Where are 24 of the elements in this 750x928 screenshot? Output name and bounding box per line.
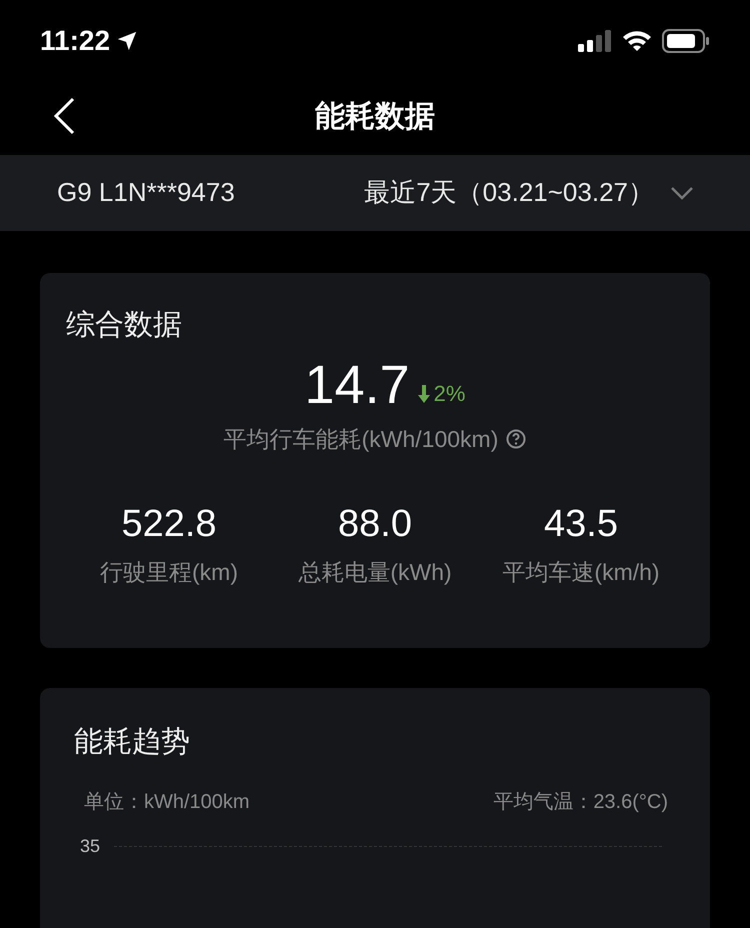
chevron-down-icon <box>670 186 694 200</box>
vehicle-selector[interactable]: G9 L1N***9473 <box>57 173 235 212</box>
stat-label: 总耗电量(kWh) <box>298 558 452 587</box>
signal-icon <box>578 30 612 52</box>
temperature-label: 平均气温：23.6(°C) <box>493 790 668 815</box>
card-title: 能耗趋势 <box>74 728 190 757</box>
help-icon[interactable] <box>506 429 526 450</box>
stat-label: 行驶里程(km) <box>100 558 238 587</box>
stat-value: 43.5 <box>544 504 618 542</box>
main-value: 14.7 <box>304 358 410 412</box>
page-title: 能耗数据 <box>315 100 435 133</box>
main-label: 平均行车能耗(kWh/100km) <box>224 425 498 454</box>
location-arrow-icon <box>116 30 138 52</box>
unit-label: 单位：kWh/100km <box>84 790 250 815</box>
stat-label: 平均车速(km/h) <box>502 558 660 587</box>
change-indicator: 2% <box>418 377 466 410</box>
status-time: 11:22 <box>40 24 110 58</box>
stat-value: 522.8 <box>121 504 217 542</box>
period-dropdown[interactable]: 最近7天（03.21~03.27） <box>364 173 694 212</box>
battery-icon <box>662 28 710 53</box>
card-title: 综合数据 <box>66 311 182 340</box>
y-axis-tick: 35 <box>80 835 100 858</box>
stat-value: 88.0 <box>338 504 412 542</box>
wifi-icon <box>622 30 652 52</box>
